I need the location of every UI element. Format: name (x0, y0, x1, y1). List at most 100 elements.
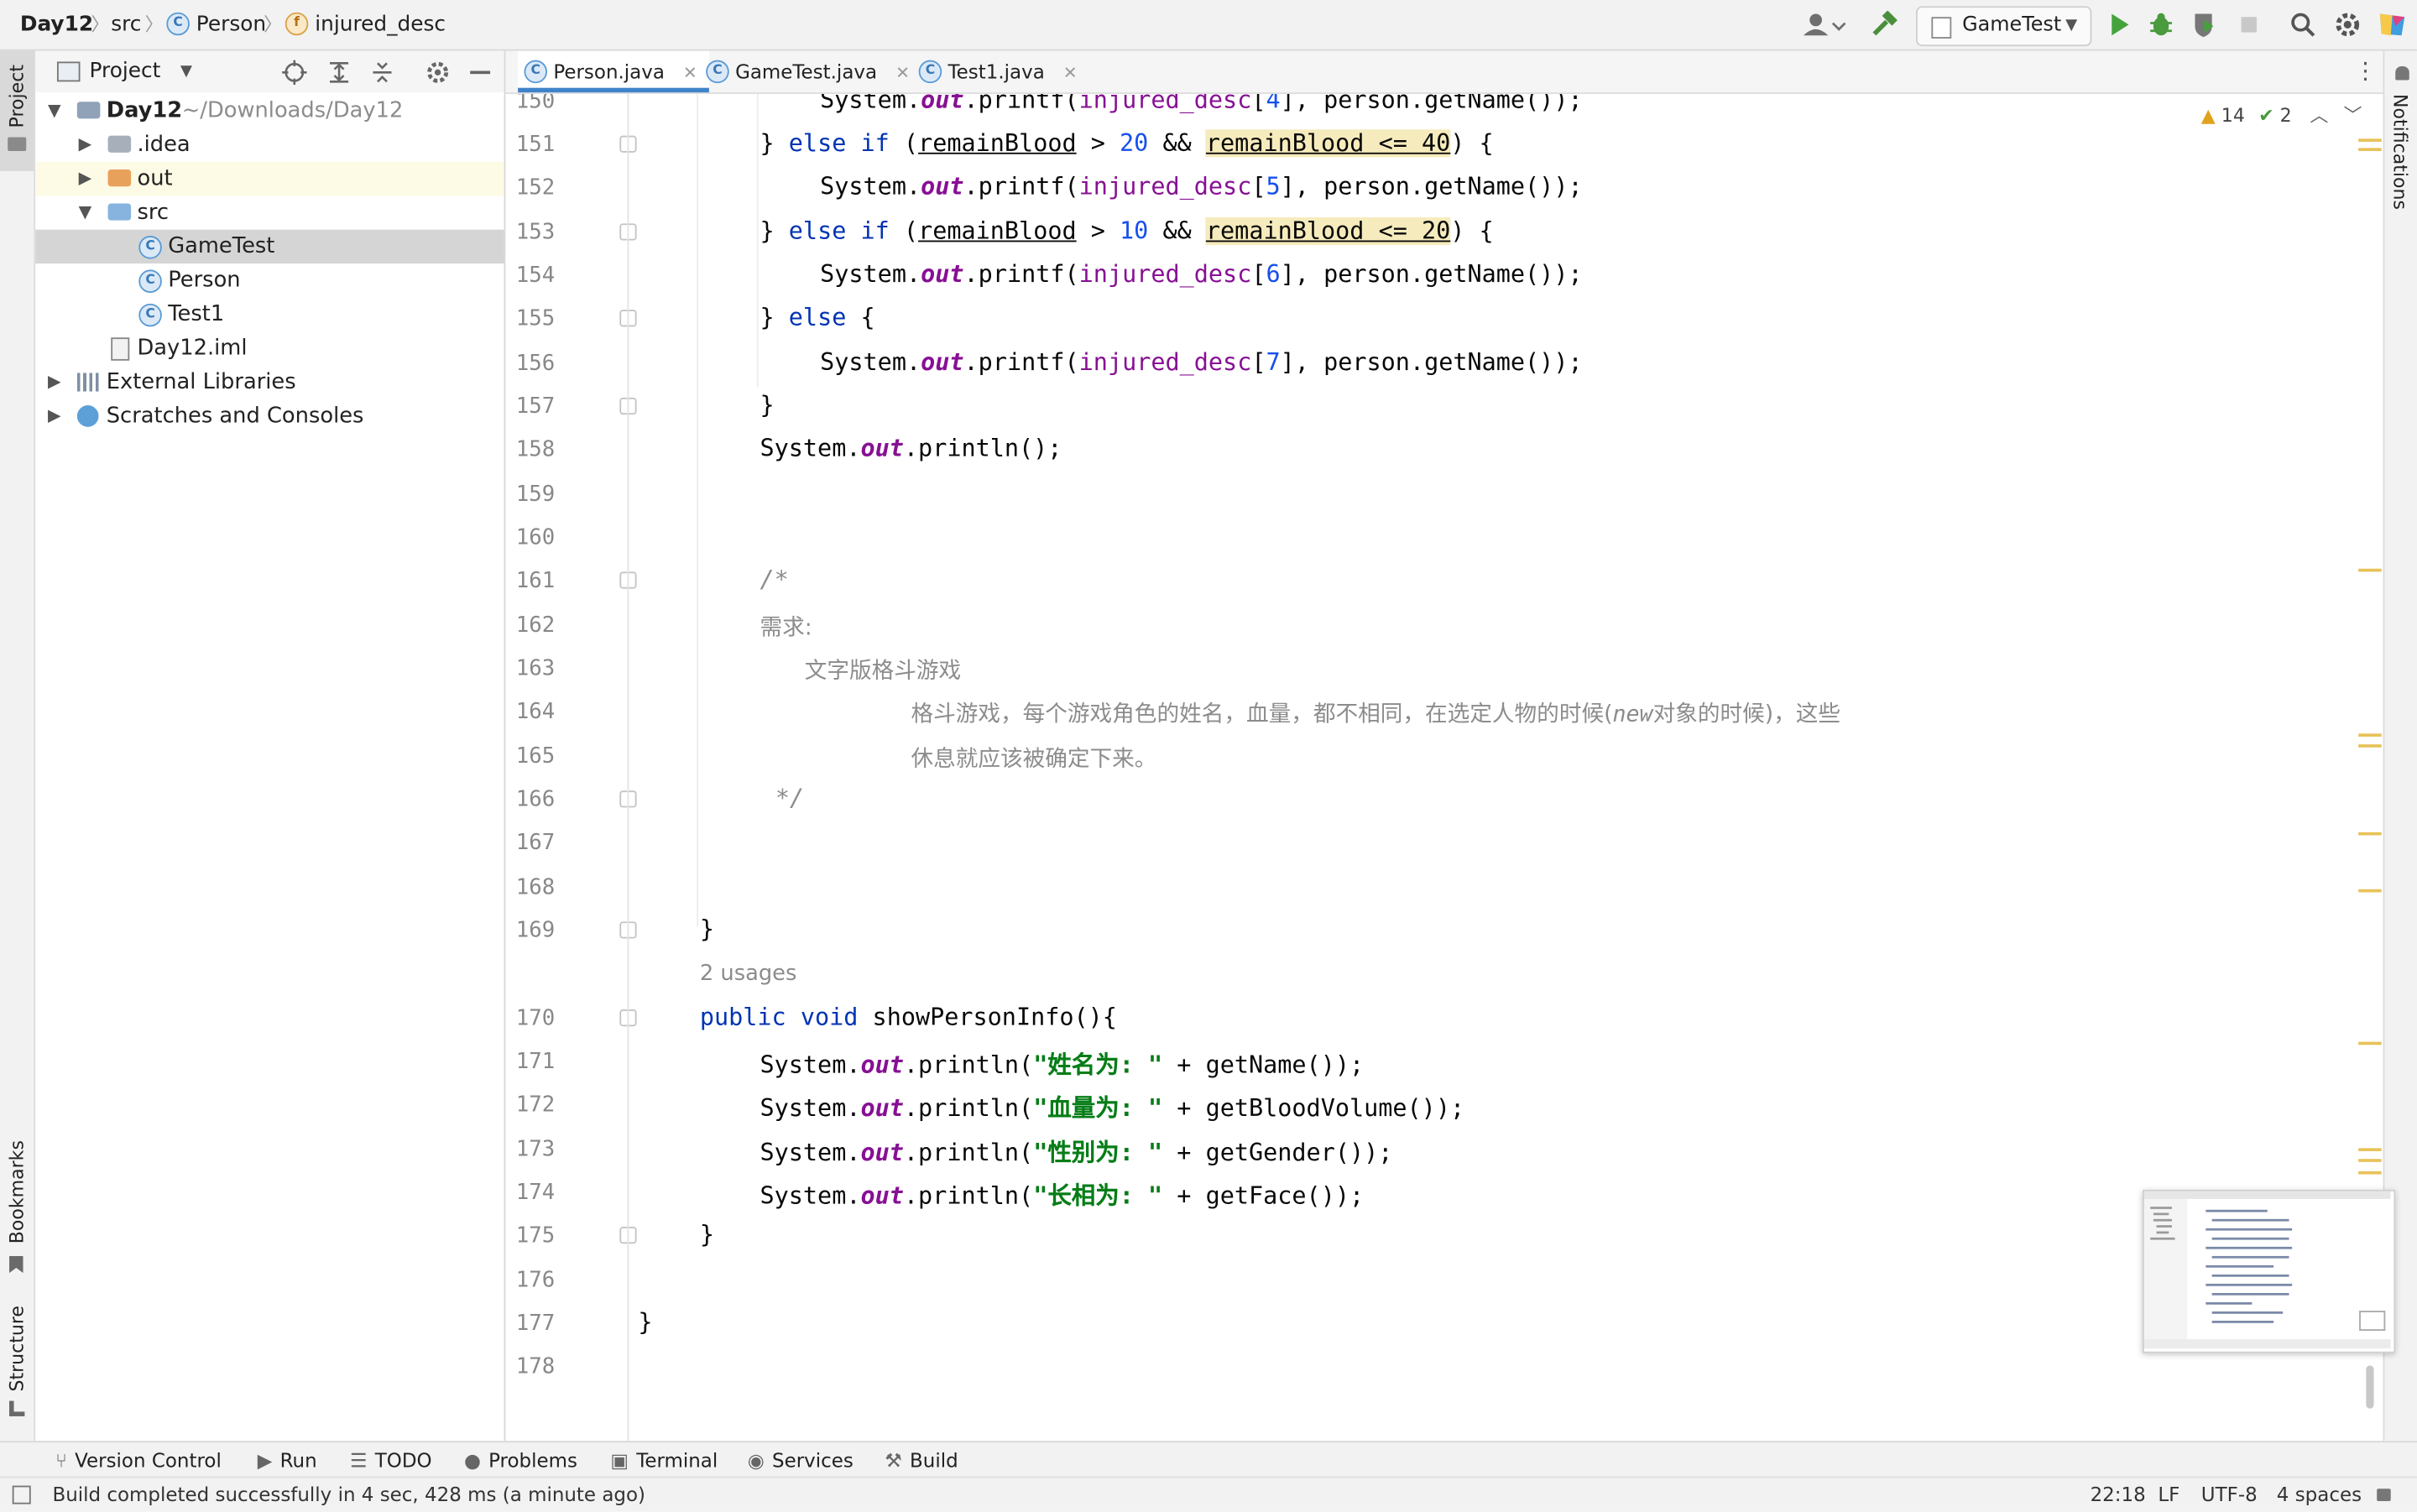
warning-marker[interactable] (2358, 1041, 2382, 1045)
tree-item-label: Day12.iml (137, 336, 248, 361)
close-icon[interactable]: ✕ (895, 63, 910, 83)
close-icon[interactable]: ✕ (1063, 63, 1078, 83)
tree-item-test1[interactable]: C Test1 (35, 297, 504, 331)
locate-icon[interactable] (282, 60, 307, 91)
terminal-tool-button[interactable]: ▣ Terminal (610, 1442, 718, 1478)
structure-tool-tab[interactable]: Structure (0, 1306, 34, 1421)
warning-marker[interactable] (2358, 1148, 2382, 1152)
tab-gametest-java[interactable]: C GameTest.java ✕ (706, 51, 910, 93)
gear-icon[interactable] (425, 60, 450, 91)
close-icon[interactable]: ✕ (683, 63, 697, 83)
chevron-right-icon: ▶ (47, 405, 61, 425)
tree-item-gametest[interactable]: C GameTest (35, 229, 504, 264)
previous-highlight-icon[interactable]: ︿ (2310, 105, 2328, 127)
chevron-down-icon[interactable]: ▼ (180, 51, 192, 93)
status-message[interactable]: Build completed successfully in 4 sec, 4… (52, 1478, 645, 1511)
line-number: 161 (515, 568, 556, 594)
indent-setting[interactable]: 4 spaces (2277, 1478, 2362, 1511)
tree-item-day12[interactable]: ▼ Day12 ~/Downloads/Day12 (35, 94, 504, 128)
tab-person-java[interactable]: C Person.java ✕ (518, 50, 710, 93)
line-separator[interactable]: LF (2158, 1478, 2179, 1511)
terminal-icon: ▣ (610, 1448, 629, 1473)
breadcrumb-separator: 〉 (91, 13, 110, 36)
tree-item-path: ~/Downloads/Day12 (181, 98, 404, 123)
warning-marker[interactable] (2358, 1170, 2382, 1175)
run-icon[interactable] (2106, 11, 2133, 39)
notifications-tool-tab[interactable]: Notifications (2384, 51, 2417, 221)
bookmarks-tool-tab[interactable]: Bookmarks (0, 1139, 34, 1277)
run-with-coverage-icon[interactable] (2190, 11, 2218, 39)
gutter-divider (627, 94, 629, 1442)
ide-logo-icon[interactable] (2377, 11, 2408, 39)
warning-marker[interactable] (2358, 148, 2382, 151)
breadcrumb-folder[interactable]: src (111, 0, 141, 50)
excluded-folder-icon (107, 169, 132, 187)
warning-marker[interactable] (2358, 832, 2382, 836)
tree-item-label: GameTest (168, 234, 275, 259)
code-line: System.out.printf(injured_desc[5], perso… (820, 172, 1583, 201)
chevron-right-icon: ▶ (78, 133, 92, 154)
expand-all-icon[interactable] (326, 60, 351, 91)
code-line: System.out.println(); (760, 434, 1062, 463)
hide-panel-icon[interactable] (470, 70, 491, 75)
inspection-widget[interactable]: ▲ 14 ✔ 2 ︿ ﹀ (2201, 102, 2371, 129)
project-panel-title[interactable]: Project (90, 51, 161, 93)
warning-marker[interactable] (2358, 1159, 2382, 1162)
run-configuration-selector[interactable]: GameTest ▼ (1916, 6, 2092, 47)
tab-test1-java[interactable]: C Test1.java ✕ (918, 51, 1078, 93)
hammer-icon: ⚒ (885, 1448, 902, 1473)
breadcrumb-field[interactable]: f injured_desc (285, 0, 446, 50)
tree-item-external-libraries[interactable]: ▶ External Libraries (35, 365, 504, 399)
tool-button-label: TODO (374, 1448, 432, 1473)
warning-marker[interactable] (2358, 889, 2382, 893)
problems-tool-button[interactable]: ● Problems (464, 1442, 577, 1478)
status-bar: Build completed successfully in 4 sec, 4… (0, 1476, 2417, 1512)
build-hammer-icon[interactable] (1870, 10, 1901, 39)
search-icon[interactable] (2289, 11, 2316, 39)
code-editor[interactable]: 150 151 152 153 154 155 156 157 158 159 … (505, 94, 2383, 1442)
project-tool-tab[interactable]: Project (0, 50, 34, 171)
tab-label: Person.java (553, 60, 665, 84)
todo-tool-button[interactable]: ☰ TODO (350, 1442, 432, 1478)
library-icon (76, 373, 99, 392)
indent-guide (756, 94, 759, 388)
next-highlight-icon[interactable]: ﹀ (2343, 105, 2362, 127)
version-control-tool-button[interactable]: ⑂ Version Control (55, 1442, 222, 1478)
gear-icon[interactable] (2334, 11, 2362, 39)
warning-marker[interactable] (2358, 744, 2382, 748)
vcs-user-icon[interactable] (1800, 11, 1846, 39)
warning-marker[interactable] (2358, 733, 2382, 737)
collapse-all-icon[interactable] (370, 60, 394, 91)
bookmarks-tool-label: Bookmarks (6, 1140, 29, 1244)
breadcrumb-project[interactable]: Day12 (20, 0, 93, 50)
run-tool-button[interactable]: ▶ Run (258, 1442, 317, 1478)
screenshot-thumbnail[interactable] (2143, 1189, 2396, 1353)
usages-hint[interactable]: 2 usages (700, 962, 797, 986)
code-line: } else if (remainBlood > 20 && remainBlo… (760, 129, 1494, 158)
weak-warning-count: 2 (2279, 104, 2292, 127)
services-tool-button[interactable]: ◉ Services (748, 1442, 854, 1478)
stop-icon[interactable] (2235, 11, 2263, 39)
debug-icon[interactable] (2148, 11, 2175, 39)
build-tool-button[interactable]: ⚒ Build (885, 1442, 958, 1478)
caret-position[interactable]: 22:18 (2091, 1478, 2146, 1511)
project-view-icon (56, 61, 81, 82)
line-number: 150 (515, 94, 556, 114)
tree-item-iml[interactable]: Day12.iml (35, 331, 504, 365)
vertical-scrollbar[interactable] (2366, 1365, 2374, 1409)
line-number: 171 (515, 1049, 556, 1075)
more-tabs-icon[interactable]: ⋮ (2354, 51, 2378, 93)
tree-item-idea[interactable]: ▶ .idea (35, 128, 504, 161)
tree-item-scratches[interactable]: ▶ Scratches and Consoles (35, 399, 504, 433)
warning-marker[interactable] (2358, 138, 2382, 142)
tree-item-out[interactable]: ▶ out (35, 161, 504, 196)
tree-item-src[interactable]: ▼ src (35, 196, 504, 229)
breadcrumb-class[interactable]: C Person (166, 0, 266, 50)
file-encoding[interactable]: UTF-8 (2201, 1478, 2258, 1511)
lock-icon[interactable] (2377, 1489, 2391, 1501)
tree-item-person[interactable]: C Person (35, 263, 504, 297)
status-toggle-icon[interactable] (12, 1485, 31, 1504)
code-line: } else { (760, 303, 875, 331)
warning-marker[interactable] (2358, 568, 2382, 572)
comment-line: 需求: (760, 616, 812, 642)
